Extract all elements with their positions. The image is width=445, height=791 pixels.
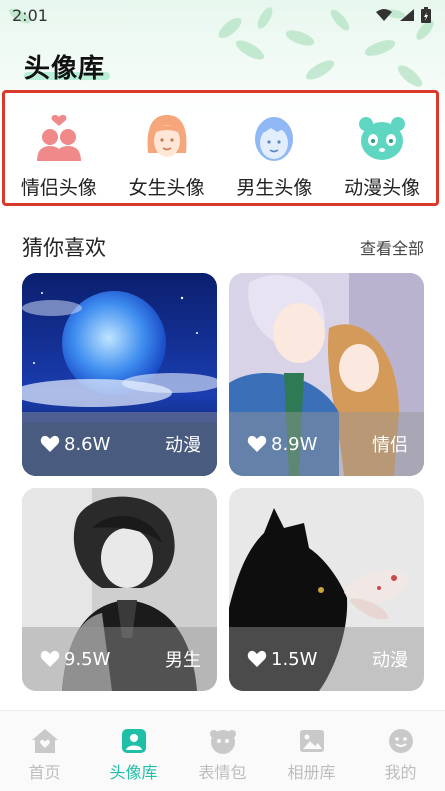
album-icon — [299, 730, 324, 752]
tab-home[interactable]: 首页 — [5, 727, 85, 783]
boy-icon — [255, 117, 294, 161]
bottom-tab-bar: 首页 头像库 表情包 相册库 我的 — [0, 710, 445, 791]
category-label: 动漫头像 — [344, 177, 421, 199]
heart-icon — [247, 650, 267, 667]
tab-mine[interactable]: 我的 — [361, 727, 441, 783]
avatar-card[interactable]: 1.5W 动漫 — [229, 488, 424, 691]
section-header: 猜你喜欢 查看全部 — [22, 232, 424, 262]
avatar-icon — [121, 729, 146, 753]
category-girl[interactable]: 女生头像 — [117, 113, 217, 200]
view-all-link[interactable]: 查看全部 — [360, 235, 424, 259]
likes-count: 8.9W — [271, 433, 318, 455]
avatar-card[interactable]: 9.5W 男生 — [22, 488, 217, 691]
category-label: 女生头像 — [128, 177, 205, 199]
card-overlay: 8.9W 情侣 — [229, 412, 424, 476]
likes-count: 9.5W — [64, 648, 111, 670]
signal-icon — [400, 9, 414, 21]
tab-label: 表情包 — [198, 763, 247, 782]
likes: 9.5W — [40, 649, 110, 670]
status-icons — [375, 7, 431, 23]
tab-label: 相册库 — [287, 763, 336, 782]
home-icon — [31, 729, 58, 753]
avatar-card[interactable]: 8.9W 情侣 — [229, 273, 424, 476]
card-overlay: 9.5W 男生 — [22, 627, 217, 691]
status-bar: 2:01 — [0, 0, 445, 30]
heart-icon — [40, 435, 60, 452]
smile-icon — [388, 729, 413, 753]
category-label: 男生头像 — [236, 177, 313, 199]
girl-icon — [147, 115, 187, 157]
likes-count: 8.6W — [64, 433, 111, 455]
tab-album[interactable]: 相册库 — [272, 727, 352, 783]
card-tag: 动漫 — [165, 435, 201, 456]
category-couple[interactable]: 情侣头像 — [9, 113, 109, 200]
status-time: 2:01 — [12, 5, 48, 25]
avatar-card[interactable]: 8.6W 动漫 — [22, 273, 217, 476]
section-title: 猜你喜欢 — [22, 236, 106, 260]
card-tag: 男生 — [165, 650, 201, 671]
tab-avatar-library[interactable]: 头像库 — [94, 727, 174, 783]
likes: 8.6W — [40, 434, 110, 455]
card-overlay: 1.5W 动漫 — [229, 627, 424, 691]
category-row: 情侣头像 女生头像 男生头像 动漫头像 — [2, 90, 439, 206]
panda-icon — [359, 117, 406, 160]
battery-icon — [421, 7, 431, 23]
card-overlay: 8.6W 动漫 — [22, 412, 217, 476]
tab-label: 首页 — [28, 763, 61, 782]
avatar-grid: 8.6W 动漫 8.9W 情侣 9.5W 男生 1.5W 动漫 — [22, 273, 424, 691]
card-tag: 情侣 — [372, 435, 408, 456]
likes: 8.9W — [247, 434, 317, 455]
couple-icon — [36, 114, 81, 161]
likes: 1.5W — [247, 649, 317, 670]
card-tag: 动漫 — [372, 650, 408, 671]
wifi-icon — [376, 9, 392, 21]
category-boy[interactable]: 男生头像 — [224, 113, 324, 200]
page-title: 头像库 — [24, 54, 106, 84]
tab-label: 头像库 — [109, 763, 158, 782]
category-label: 情侣头像 — [20, 177, 97, 199]
emoji-icon — [209, 730, 236, 754]
tab-stickers[interactable]: 表情包 — [183, 727, 263, 783]
heart-icon — [247, 435, 267, 452]
category-anime[interactable]: 动漫头像 — [332, 113, 432, 200]
heart-icon — [40, 650, 60, 667]
likes-count: 1.5W — [271, 648, 318, 670]
tab-label: 我的 — [384, 763, 417, 782]
